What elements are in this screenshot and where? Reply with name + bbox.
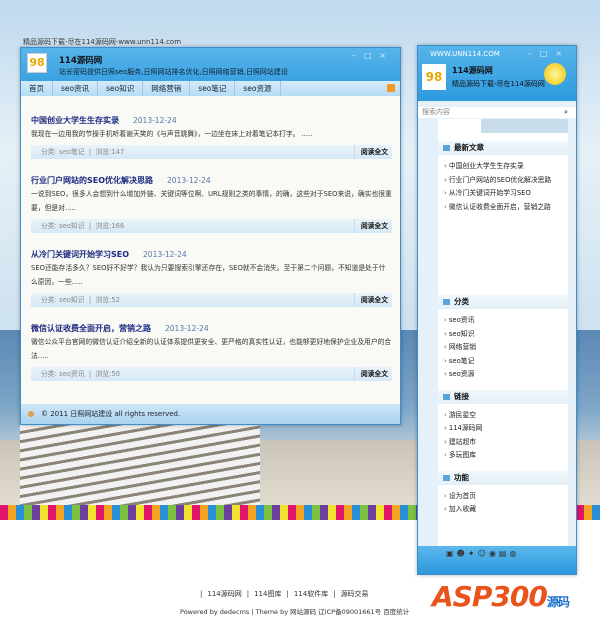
article-summary: 一说到SEO，很多人会想到什么增加外链、关键词等位啊、URL规则之类的事情，的确… (31, 190, 392, 212)
footer-dot-icon (28, 411, 34, 417)
tab-articles[interactable] (438, 119, 482, 133)
article-date: 2013-12-24 (167, 176, 211, 185)
section-icon (443, 299, 450, 305)
list-item[interactable]: 建站超市 (444, 436, 568, 450)
section-links: 链接 (438, 389, 568, 404)
list-item[interactable]: 从冷门关键词开始学习SEO (444, 187, 568, 201)
section-icon (443, 474, 450, 481)
window-controls[interactable]: –□× (352, 51, 394, 60)
powered-by: Powered by dedecms | Theme by 网站源码 辽ICP备… (180, 608, 410, 616)
list-item[interactable]: 多玩图库 (444, 449, 568, 463)
sidebar-toolbar: ▣☻✦☺◉▤◍ (418, 546, 576, 574)
nav-seo-news[interactable]: seo资讯 (53, 81, 99, 96)
section-icon (443, 145, 450, 151)
sun-icon (544, 63, 566, 85)
section-latest: 最新文章 (438, 141, 568, 155)
footer-link[interactable]: 114源码网 (207, 590, 241, 598)
article-views: 浏览:52 (95, 296, 121, 304)
article-views: 浏览:50 (95, 370, 121, 378)
article-summary: 我现在一边用我的节操手机听着谢天笑的《与声音跳舞》，一边坐在床上对着笔记本打字。… (31, 130, 313, 138)
footer-link[interactable]: 114软件库 (294, 590, 328, 598)
read-more-button[interactable]: 阅读全文 (353, 293, 392, 307)
section-icon (443, 393, 450, 400)
article: 微信认证收费全面开启，营销之路 2013-12-24 微信公众平台官网的微信认证介… (31, 323, 392, 381)
nav-home[interactable]: 首页 (21, 81, 53, 96)
list-item[interactable]: 行业门户网站的SEO优化解决思路 (444, 174, 568, 188)
sidebar-window: WWW.UNN114.COM –□× 98 114源码网 精品源码下载-尽在11… (417, 45, 577, 575)
article-date: 2013-12-24 (165, 324, 209, 333)
app-icons[interactable]: ▣☻✦☺◉▤◍ (446, 549, 519, 558)
list-item[interactable]: seo笔记 (444, 355, 568, 369)
article-views: 浏览:147 (95, 148, 125, 156)
article-category[interactable]: 分类: seo笔记 (41, 148, 85, 156)
site-logo[interactable]: 98 (27, 53, 47, 73)
watermark-logo: ASP300源码 (432, 580, 570, 613)
main-header: 98 114源码网 站长密码提供日照seo服务,日照网站排名优化,日照网络营销,… (21, 48, 400, 96)
list-item[interactable]: seo知识 (444, 328, 568, 342)
footer-link[interactable]: 源码交易 (341, 590, 369, 598)
avatar[interactable]: 98 (422, 64, 446, 90)
nav-seo-notes[interactable]: seo笔记 (190, 81, 236, 96)
article-date: 2013-12-24 (143, 250, 187, 259)
sidebar-sub: 精品源码下载-尽在114源码网 (452, 80, 545, 88)
article-category[interactable]: 分类: seo资讯 (41, 370, 85, 378)
rss-icon[interactable] (387, 84, 395, 92)
article-title[interactable]: 中国创业大学生生存实录 (31, 116, 119, 125)
article: 中国创业大学生生存实录 2013-12-24 我现在一边用我的节操手机听着谢天笑的… (31, 115, 392, 159)
footer-link[interactable]: 114图库 (254, 590, 281, 598)
sidebar-tabs (438, 119, 568, 133)
list-item[interactable]: 微信认证收费全面开启，营销之路 (444, 201, 568, 215)
sidebar-header: WWW.UNN114.COM –□× 98 114源码网 精品源码下载-尽在11… (418, 46, 576, 101)
article-date: 2013-12-24 (133, 116, 177, 125)
site-title: 114源码网 (59, 56, 103, 66)
list-item[interactable]: 中国创业大学生生存实录 (444, 160, 568, 174)
site-subtitle: 站长密码提供日照seo服务,日照网站排名优化,日照网络营销,日照网站建设 (59, 68, 288, 76)
article-views: 浏览:166 (95, 222, 125, 230)
main-nav: 首页 seo资讯 seo知识 网络营销 seo笔记 seo资源 (21, 81, 400, 96)
main-footer: © 2011 日照网站建设 all rights reserved. (21, 404, 400, 424)
article-title[interactable]: 微信认证收费全面开启，营销之路 (31, 324, 151, 333)
beach-chair-image (20, 425, 260, 505)
sidebar-url: WWW.UNN114.COM (430, 50, 500, 58)
list-item[interactable]: 游民星空 (444, 409, 568, 423)
article-summary: SEO还能存活多久？SEO好不好学？我认为只要搜索引擎还存在，SEO就不会消失。… (31, 264, 386, 286)
article-category[interactable]: 分类: seo知识 (41, 296, 85, 304)
list-item[interactable]: seo资源 (444, 368, 568, 382)
list-item[interactable]: 网络营销 (444, 341, 568, 355)
article: 从冷门关键词开始学习SEO 2013-12-24 SEO还能存活多久？SEO好不好… (31, 249, 392, 307)
nav-marketing[interactable]: 网络营销 (143, 81, 191, 96)
read-more-button[interactable]: 阅读全文 (353, 145, 392, 159)
footer-links: | 114源码网 | 114图库 | 114软件库 | 源码交易 (200, 590, 369, 598)
read-more-button[interactable]: 阅读全文 (353, 367, 392, 381)
search-input[interactable]: 搜索内容 ⌕ (418, 107, 576, 118)
search-icon[interactable]: ⌕ (564, 107, 568, 118)
window-controls[interactable]: –□× (528, 49, 570, 58)
main-window: 98 114源码网 站长密码提供日照seo服务,日照网站排名优化,日照网络营销,… (20, 47, 401, 425)
article-category[interactable]: 分类: seo知识 (41, 222, 85, 230)
list-item[interactable]: 设为首页 (444, 490, 568, 504)
sidebar-name: 114源码网 (452, 66, 493, 75)
article-title[interactable]: 从冷门关键词开始学习SEO (31, 250, 129, 259)
article: 行业门户网站的SEO优化解决思路 2013-12-24 一说到SEO，很多人会想到… (31, 175, 392, 233)
tab-chat[interactable] (481, 119, 525, 133)
list-item[interactable]: seo资讯 (444, 314, 568, 328)
list-item[interactable]: 114源码网 (444, 422, 568, 436)
top-note: 精品源码下载-尽在114源码网-www.unn114.com (23, 38, 182, 46)
sidebar-panel: 最新文章 中国创业大学生生存实录 行业门户网站的SEO优化解决思路 从冷门关键词… (438, 119, 568, 547)
section-functions: 功能 (438, 470, 568, 485)
nav-seo-resources[interactable]: seo资源 (235, 81, 281, 96)
article-title[interactable]: 行业门户网站的SEO优化解决思路 (31, 176, 153, 185)
list-item[interactable]: 加入收藏 (444, 503, 568, 517)
copyright: © 2011 日照网站建设 all rights reserved. (41, 410, 181, 418)
article-summary: 微信公众平台官网的微信认证介绍全新的认证体系提供更安全、更严格的真实性认证，也能… (31, 338, 392, 360)
section-category: 分类 (438, 295, 568, 309)
read-more-button[interactable]: 阅读全文 (353, 219, 392, 233)
nav-seo-knowledge[interactable]: seo知识 (98, 81, 144, 96)
tab-apps[interactable] (524, 119, 568, 133)
